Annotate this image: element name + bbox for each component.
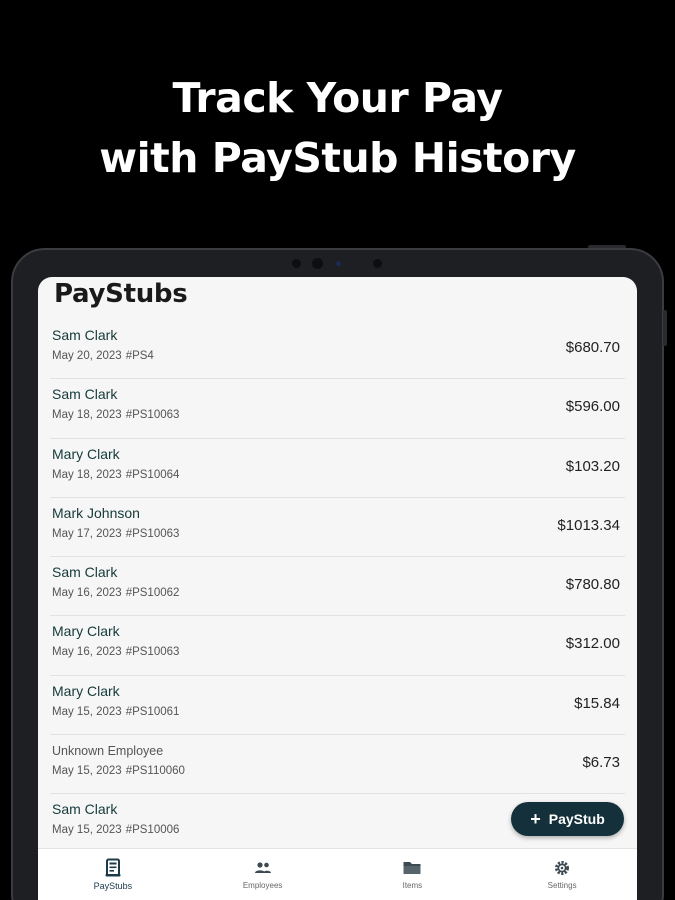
paystub-list: Sam Clark May 20, 2023 #PS4 $680.70 Sam C… [38, 320, 637, 854]
paystub-row[interactable]: Mark Johnson May 17, 2023 #PS10063 $1013.… [50, 498, 625, 558]
paystub-meta: May 18, 2023 #PS10063 [52, 409, 179, 421]
employee-name: Sam Clark [52, 564, 118, 581]
paystub-id: #PS10006 [125, 824, 180, 837]
paystub-row[interactable]: Sam Clark May 20, 2023 #PS4 $680.70 [50, 320, 625, 380]
bottom-nav: PayStubs Employees Items Settings [38, 848, 637, 900]
paystub-meta: May 20, 2023 #PS4 [52, 350, 154, 362]
folder-icon [403, 862, 421, 874]
paystub-meta: May 16, 2023 #PS10063 [52, 646, 179, 658]
paystub-meta: May 15, 2023 #PS10061 [52, 706, 179, 718]
page-title: PayStubs [54, 279, 188, 309]
paystub-row[interactable]: Mary Clark May 15, 2023 #PS10061 $15.84 [50, 676, 625, 736]
paystub-icon [105, 858, 121, 877]
promo-headline: Track Your Pay with PayStub History [0, 68, 675, 188]
headline-line-1: Track Your Pay [172, 74, 503, 122]
paystub-row[interactable]: Mary Clark May 18, 2023 #PS10064 $103.20 [50, 439, 625, 498]
paystub-meta: May 15, 2023 #PS110060 [52, 765, 185, 777]
add-paystub-button[interactable]: + PayStub [511, 802, 624, 836]
employee-name: Sam Clark [52, 386, 118, 403]
device-volume-button [663, 310, 667, 346]
paystub-id: #PS110060 [125, 765, 185, 778]
paystub-date: May 18, 2023 [52, 409, 122, 422]
nav-item-settings[interactable]: Settings [487, 849, 637, 900]
paystub-row[interactable]: Unknown Employee May 15, 2023 #PS110060 $… [50, 735, 625, 795]
employee-name: Sam Clark [52, 327, 118, 343]
employee-name: Mary Clark [52, 623, 120, 640]
nav-item-employees[interactable]: Employees [188, 849, 338, 900]
nav-label: Items [402, 881, 423, 890]
sensor-dot [373, 259, 382, 268]
paystub-row[interactable]: Sam Clark May 16, 2023 #PS10062 $780.80 [50, 557, 625, 617]
paystub-amount: $780.80 [565, 576, 620, 594]
paystub-amount: $312.00 [565, 635, 620, 653]
paystub-date: May 15, 2023 [52, 824, 122, 837]
nav-label: Settings [547, 881, 577, 890]
paystub-id: #PS10064 [125, 468, 180, 481]
people-icon [254, 862, 271, 873]
nav-label: PayStubs [93, 881, 133, 891]
paystub-date: May 16, 2023 [52, 646, 122, 659]
paystub-meta: May 16, 2023 #PS10062 [52, 587, 179, 599]
nav-item-paystubs[interactable]: PayStubs [38, 849, 188, 900]
paystub-amount: $15.84 [574, 694, 620, 712]
camera-lens-dot [336, 261, 341, 266]
employee-name: Mary Clark [52, 445, 120, 462]
app-screen: PayStubs Sam Clark May 20, 2023 #PS4 $680… [38, 277, 637, 900]
paystub-amount: $680.70 [565, 339, 620, 356]
nav-item-items[interactable]: Items [338, 849, 488, 900]
paystub-id: #PS10063 [125, 646, 180, 659]
paystub-row[interactable]: Mary Clark May 16, 2023 #PS10063 $312.00 [50, 616, 625, 676]
employee-name: Unknown Employee [52, 744, 164, 759]
plus-icon: + [530, 808, 541, 829]
paystub-id: #PS10062 [125, 587, 180, 600]
sensor-dot [292, 259, 301, 268]
paystub-date: May 16, 2023 [52, 587, 122, 600]
headline-line-2: with PayStub History [99, 134, 576, 182]
paystub-amount: $1013.34 [557, 516, 620, 534]
paystub-date: May 18, 2023 [52, 468, 122, 481]
paystub-amount: $596.00 [565, 398, 620, 416]
paystub-date: May 15, 2023 [52, 765, 122, 778]
nav-label: Employees [242, 881, 283, 890]
paystub-id: #PS10063 [125, 527, 180, 540]
paystub-meta: May 17, 2023 #PS10063 [52, 528, 179, 540]
paystub-date: May 17, 2023 [52, 527, 122, 540]
camera-icon [312, 258, 323, 269]
paystub-id: #PS10063 [125, 409, 180, 422]
gear-icon [555, 861, 570, 875]
paystub-amount: $103.20 [565, 457, 620, 475]
employee-name: Mary Clark [52, 682, 120, 699]
paystub-meta: May 18, 2023 #PS10064 [52, 469, 179, 481]
paystub-date: May 15, 2023 [52, 705, 122, 718]
paystub-date: May 20, 2023 [52, 350, 122, 362]
add-paystub-label: PayStub [548, 811, 605, 827]
paystub-id: #PS10061 [125, 705, 180, 718]
paystub-row[interactable]: Sam Clark May 18, 2023 #PS10063 $596.00 [50, 379, 625, 439]
paystub-meta: May 15, 2023 #PS10006 [52, 824, 179, 836]
employee-name: Mark Johnson [52, 504, 140, 521]
paystub-amount: $6.73 [582, 754, 620, 772]
employee-name: Sam Clark [52, 801, 118, 818]
paystub-id: #PS4 [125, 350, 154, 362]
